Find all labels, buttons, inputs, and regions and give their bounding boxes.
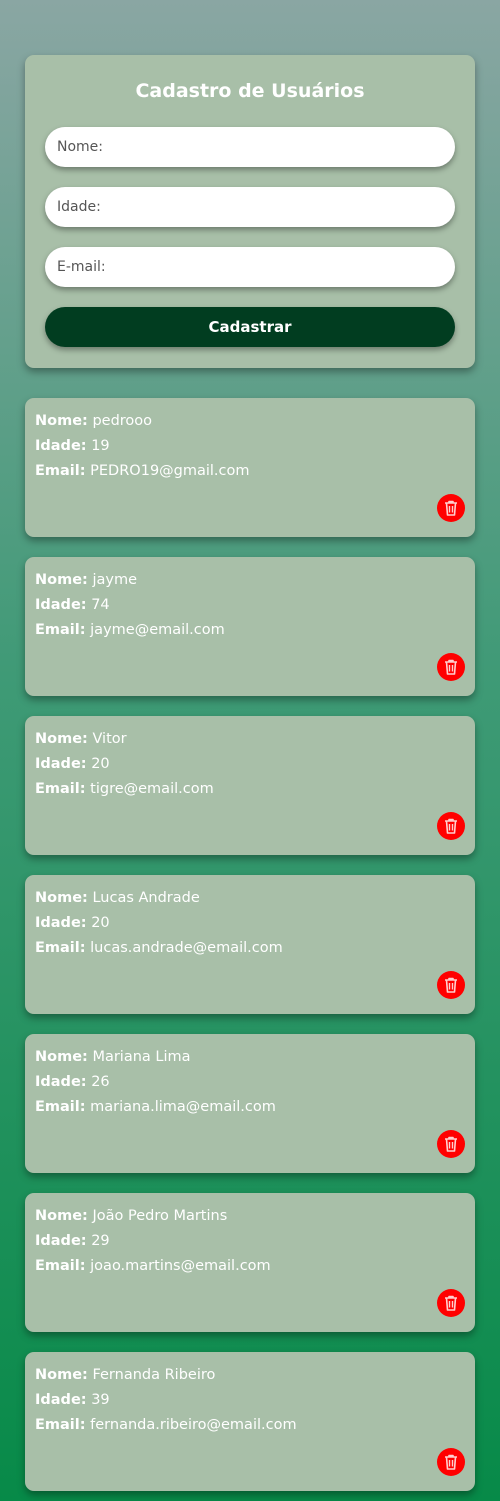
trash-icon	[445, 1295, 457, 1311]
user-age: 26	[91, 1074, 110, 1090]
age-label: Idade:	[35, 1074, 87, 1090]
trash-icon	[445, 1136, 457, 1152]
user-name-line: Nome: João Pedro Martins	[35, 1204, 465, 1229]
user-name-line: Nome: jayme	[35, 568, 465, 593]
email-label: Email:	[35, 463, 86, 479]
user-age-line: Idade: 26	[35, 1070, 465, 1095]
age-input[interactable]	[45, 187, 455, 227]
email-label: Email:	[35, 1099, 86, 1115]
user-age-line: Idade: 20	[35, 752, 465, 777]
user-age: 19	[91, 438, 110, 454]
user-email: jayme@email.com	[90, 622, 225, 638]
delete-user-button[interactable]	[437, 971, 465, 999]
age-label: Idade:	[35, 438, 87, 454]
user-email-line: Email: joao.martins@email.com	[35, 1254, 465, 1279]
name-label: Nome:	[35, 1208, 88, 1224]
user-card: Nome: Mariana Lima Idade: 26 Email: mari…	[25, 1034, 475, 1173]
age-label: Idade:	[35, 1392, 87, 1408]
email-label: Email:	[35, 1417, 86, 1433]
user-age: 74	[91, 597, 110, 613]
user-email: tigre@email.com	[90, 781, 214, 797]
email-label: Email:	[35, 1258, 86, 1274]
user-card: Nome: jayme Idade: 74 Email: jayme@email…	[25, 557, 475, 696]
user-name-line: Nome: pedrooo	[35, 409, 465, 434]
user-email: fernanda.ribeiro@email.com	[90, 1417, 297, 1433]
trash-icon	[445, 659, 457, 675]
name-label: Nome:	[35, 1367, 88, 1383]
name-label: Nome:	[35, 731, 88, 747]
user-card: Nome: Fernanda Ribeiro Idade: 39 Email: …	[25, 1352, 475, 1491]
user-name: João Pedro Martins	[92, 1208, 228, 1224]
delete-user-button[interactable]	[437, 1448, 465, 1476]
user-age: 39	[91, 1392, 110, 1408]
user-age-line: Idade: 20	[35, 911, 465, 936]
delete-user-button[interactable]	[437, 1130, 465, 1158]
delete-user-button[interactable]	[437, 1289, 465, 1317]
user-email: mariana.lima@email.com	[90, 1099, 276, 1115]
user-age: 20	[91, 756, 110, 772]
user-email: joao.martins@email.com	[90, 1258, 271, 1274]
user-name-line: Nome: Vitor	[35, 727, 465, 752]
user-age-line: Idade: 19	[35, 434, 465, 459]
user-name-line: Nome: Lucas Andrade	[35, 886, 465, 911]
user-email-line: Email: mariana.lima@email.com	[35, 1095, 465, 1120]
email-input[interactable]	[45, 247, 455, 287]
user-email-line: Email: lucas.andrade@email.com	[35, 936, 465, 961]
user-email-line: Email: PEDRO19@gmail.com	[35, 459, 465, 484]
user-email: lucas.andrade@email.com	[90, 940, 283, 956]
user-email-line: Email: fernanda.ribeiro@email.com	[35, 1413, 465, 1438]
user-list: Nome: pedrooo Idade: 19 Email: PEDRO19@g…	[0, 398, 500, 1491]
email-label: Email:	[35, 940, 86, 956]
submit-button[interactable]: Cadastrar	[45, 307, 455, 347]
name-input[interactable]	[45, 127, 455, 167]
user-email-line: Email: tigre@email.com	[35, 777, 465, 802]
delete-user-button[interactable]	[437, 653, 465, 681]
user-name-line: Nome: Fernanda Ribeiro	[35, 1363, 465, 1388]
trash-icon	[445, 818, 457, 834]
name-label: Nome:	[35, 890, 88, 906]
user-card: Nome: João Pedro Martins Idade: 29 Email…	[25, 1193, 475, 1332]
delete-user-button[interactable]	[437, 494, 465, 522]
age-label: Idade:	[35, 756, 87, 772]
user-name: Vitor	[92, 731, 127, 747]
age-label: Idade:	[35, 1233, 87, 1249]
user-name: jayme	[92, 572, 137, 588]
user-email: PEDRO19@gmail.com	[90, 463, 250, 479]
trash-icon	[445, 977, 457, 993]
user-email-line: Email: jayme@email.com	[35, 618, 465, 643]
name-label: Nome:	[35, 1049, 88, 1065]
user-name: Lucas Andrade	[92, 890, 200, 906]
name-label: Nome:	[35, 413, 88, 429]
user-card: Nome: Lucas Andrade Idade: 20 Email: luc…	[25, 875, 475, 1014]
user-age-line: Idade: 29	[35, 1229, 465, 1254]
user-name: pedrooo	[92, 413, 153, 429]
user-name: Fernanda Ribeiro	[92, 1367, 216, 1383]
user-age: 20	[91, 915, 110, 931]
trash-icon	[445, 500, 457, 516]
user-name-line: Nome: Mariana Lima	[35, 1045, 465, 1070]
age-label: Idade:	[35, 915, 87, 931]
user-age-line: Idade: 39	[35, 1388, 465, 1413]
registration-form: Cadastro de Usuários Cadastrar	[25, 55, 475, 368]
user-age: 29	[91, 1233, 110, 1249]
trash-icon	[445, 1454, 457, 1470]
email-label: Email:	[35, 622, 86, 638]
email-label: Email:	[35, 781, 86, 797]
name-label: Nome:	[35, 572, 88, 588]
user-age-line: Idade: 74	[35, 593, 465, 618]
user-name: Mariana Lima	[92, 1049, 191, 1065]
delete-user-button[interactable]	[437, 812, 465, 840]
age-label: Idade:	[35, 597, 87, 613]
form-title: Cadastro de Usuários	[135, 80, 365, 102]
user-card: Nome: pedrooo Idade: 19 Email: PEDRO19@g…	[25, 398, 475, 537]
user-card: Nome: Vitor Idade: 20 Email: tigre@email…	[25, 716, 475, 855]
